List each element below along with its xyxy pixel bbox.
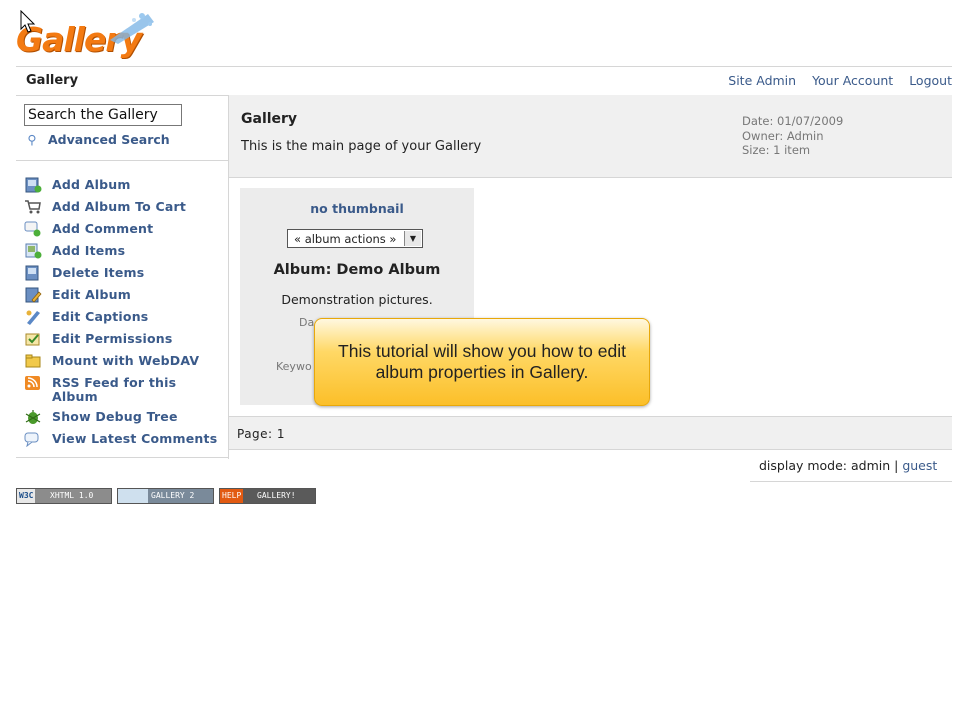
sidebar-item-label: Mount with WebDAV: [52, 353, 200, 368]
header-title: Gallery: [26, 73, 79, 88]
meta-size: Size: 1 item: [742, 143, 811, 157]
sidebar-item-label: Delete Items: [52, 265, 145, 280]
magnifier-icon: ⚲: [27, 132, 37, 147]
album-keywords: Keywo: [276, 360, 312, 373]
sidebar-item-label: Add Album: [52, 177, 131, 192]
delete-icon: [25, 265, 39, 281]
webdav-icon: [25, 354, 41, 368]
logo-sparkle-icon: [110, 13, 154, 44]
advanced-search-label: Advanced Search: [48, 132, 170, 147]
gallery-mascot-icon: [118, 489, 148, 503]
page-description: This is the main page of your Gallery: [241, 139, 482, 154]
your-account-link[interactable]: Your Account: [812, 73, 893, 88]
captions-icon: [26, 310, 40, 325]
thumbnail-link[interactable]: no thumbnail: [240, 201, 474, 216]
bug-icon: [25, 410, 41, 424]
album-title: Album: Demo Album: [273, 262, 441, 278]
meta-date: Date: 01/07/2009: [742, 114, 844, 128]
main-header: Gallery This is the main page of your Ga…: [229, 95, 952, 178]
album-meta: Date: 01/07/2009 Owner: Admin Size: 1 it…: [742, 114, 843, 158]
cart-icon: [25, 200, 41, 214]
pager-bar: Page: 1: [229, 416, 952, 450]
page-title: Gallery: [241, 111, 298, 127]
w3c-label: W3C: [17, 489, 36, 503]
logout-link[interactable]: Logout: [909, 73, 952, 88]
permissions-icon: [25, 333, 40, 346]
sidebar: ⚲ Advanced Search Add Album Add Album To …: [16, 95, 229, 459]
sidebar-item-label: Edit Permissions: [52, 331, 173, 346]
help-gallery-label: GALLERY!: [257, 491, 296, 500]
header-bar: Gallery Site Admin Your Account Logout: [16, 66, 952, 96]
sidebar-item-label: Add Comment: [52, 221, 154, 236]
site-admin-link[interactable]: Site Admin: [728, 73, 796, 88]
sidebar-divider: [16, 160, 228, 161]
help-label: HELP: [220, 489, 244, 503]
add-items-icon: [25, 243, 42, 259]
guest-link[interactable]: guest: [902, 458, 937, 473]
album-date: Da: [299, 316, 315, 329]
meta-owner: Owner: Admin: [742, 128, 824, 143]
gallery2-badge[interactable]: GALLERY 2: [117, 488, 214, 504]
chevron-down-icon[interactable]: ▼: [404, 231, 421, 246]
album-actions-value: « album actions »: [294, 232, 397, 246]
help-gallery-badge[interactable]: HELP GALLERY!: [219, 488, 316, 504]
album-actions-select[interactable]: « album actions » ▼: [287, 229, 423, 248]
comment-add-icon: [24, 221, 41, 237]
add-album-icon: [25, 177, 42, 193]
comments-icon: [24, 432, 39, 447]
sidebar-item-label: RSS Feed for this Album: [52, 375, 177, 404]
tooltip-text: This tutorial will show you how to edit …: [338, 341, 626, 382]
sidebar-item-label: Add Album To Cart: [52, 199, 187, 214]
sidebar-item-label: Edit Captions: [52, 309, 149, 324]
display-mode: display mode: admin | guest: [759, 458, 937, 473]
sidebar-item-label: Edit Album: [52, 287, 131, 302]
gallery2-label: GALLERY 2: [151, 491, 195, 500]
display-mode-divider: [750, 481, 952, 482]
mouse-cursor-icon: [20, 10, 36, 33]
search-input[interactable]: [24, 104, 182, 126]
header-links: Site Admin Your Account Logout: [716, 73, 952, 88]
sidebar-item-label: Add Items: [52, 243, 126, 258]
advanced-search-link[interactable]: ⚲ Advanced Search: [24, 132, 170, 147]
sidebar-divider: [16, 457, 228, 458]
sidebar-item-label: View Latest Comments: [52, 431, 218, 446]
tutorial-tooltip: This tutorial will show you how to edit …: [314, 318, 650, 406]
edit-album-icon: [25, 287, 42, 303]
rss-icon: [25, 376, 40, 390]
sidebar-item-label: Show Debug Tree: [52, 409, 178, 424]
xhtml-badge[interactable]: W3C XHTML 1.0: [16, 488, 112, 504]
display-mode-label: display mode: admin |: [759, 458, 899, 473]
album-description: Demonstration pictures.: [281, 292, 433, 307]
page-indicator: Page: 1: [237, 427, 286, 441]
xhtml-label: XHTML 1.0: [50, 491, 94, 500]
